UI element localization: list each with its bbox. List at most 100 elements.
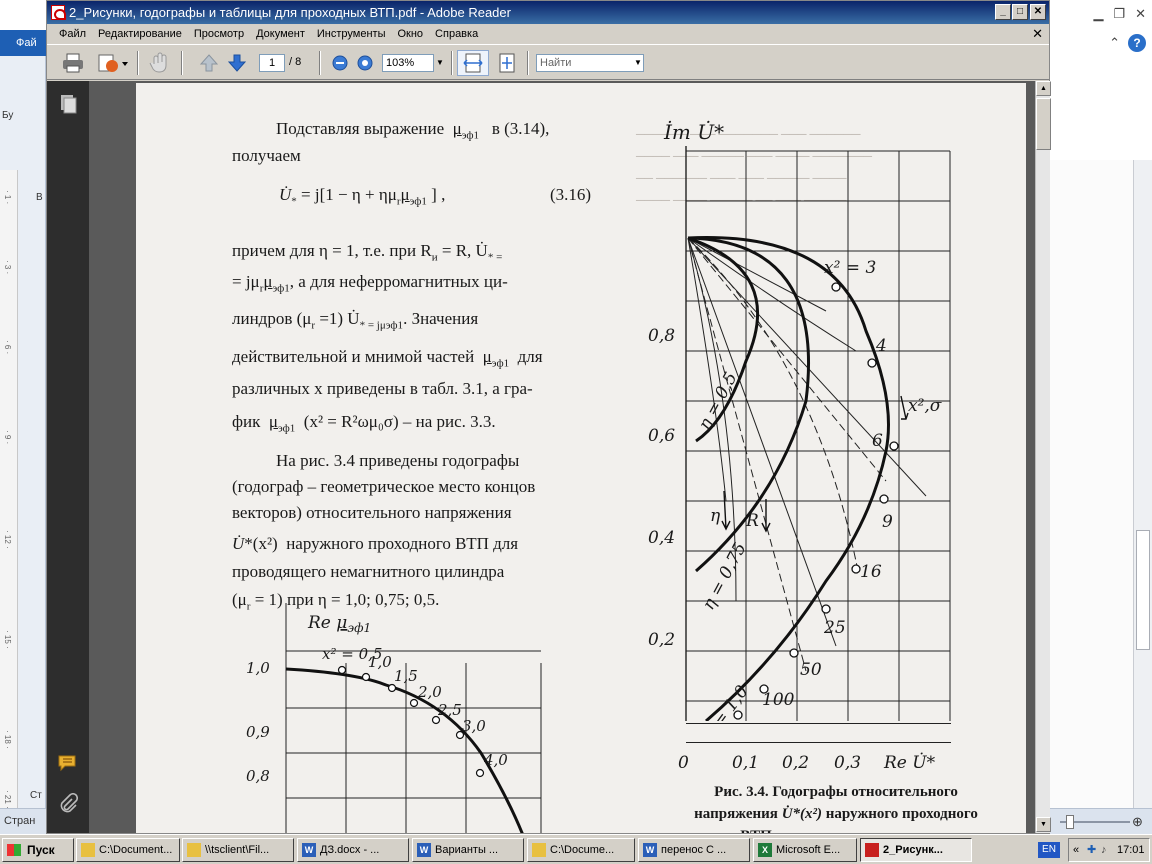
zoom-in-button[interactable] — [354, 50, 376, 76]
point-label: 50 — [800, 660, 822, 680]
close-button[interactable]: ✕ — [1030, 4, 1046, 20]
word-scroll-thumb[interactable] — [1136, 530, 1150, 650]
printer-icon — [63, 53, 83, 73]
close-icon[interactable]: ✕ — [1135, 6, 1146, 22]
zoom-out-button[interactable] — [329, 50, 351, 76]
restore-icon[interactable]: ❐ — [1113, 6, 1125, 22]
hodograph-chart: İm U̇* 0,8 0,6 0,4 0,2 x² = 3 4 6 9 16 2… — [648, 120, 951, 721]
fit-width-button[interactable] — [457, 50, 489, 76]
word-window-controls: ▁ ❐ ✕ — [1093, 6, 1146, 22]
text-line: = jμrμэф1, а для неферромагнитных ци- — [232, 272, 508, 295]
word-right-margin — [1050, 160, 1133, 810]
reader-toolbar: 1 / 8 103% ▼ Найти ▼ — [47, 44, 1049, 80]
document-scroll-thumb[interactable] — [1036, 98, 1051, 150]
comments-panel-icon[interactable] — [57, 753, 79, 775]
arrow-down-icon — [227, 54, 247, 72]
fit-page-button[interactable] — [493, 50, 521, 76]
ytick: 0,2 — [648, 630, 675, 650]
taskbar-item[interactable]: W Варианты ... — [412, 838, 524, 862]
menu-window[interactable]: Окно — [391, 28, 429, 40]
menu-tools[interactable]: Инструменты — [311, 28, 392, 40]
point-label: 100 — [762, 690, 795, 710]
taskbar-item[interactable]: C:\Docume... — [527, 838, 635, 862]
navigation-panel — [47, 81, 89, 833]
volume-icon[interactable]: ♪ — [1101, 839, 1107, 861]
share-button[interactable] — [95, 50, 131, 76]
text-line: получаем — [232, 146, 301, 165]
curve-eta-1 — [687, 236, 890, 721]
taskbar-item[interactable]: X Microsoft E... — [753, 838, 857, 862]
menu-view[interactable]: Просмотр — [188, 28, 250, 40]
ribbon-collapse-icon[interactable]: ⌃ — [1109, 35, 1120, 51]
scroll-down-icon[interactable]: ▼ — [1036, 817, 1051, 832]
text-line: На рис. 3.4 приведены годографы — [276, 451, 520, 470]
point-label: 4,0 — [483, 751, 508, 769]
word-side-label: Ст — [30, 790, 42, 801]
menu-document[interactable]: Документ — [250, 28, 311, 40]
ylabel: Re μэф1 — [307, 613, 371, 635]
xtick: 0,1 — [732, 753, 760, 773]
system-tray: « ✚ ♪ 17:01 — [1068, 838, 1150, 862]
text-line: различных x приведены в табл. 3.1, а гра… — [232, 379, 533, 398]
r-arrow — [761, 499, 771, 533]
menu-edit[interactable]: Редактирование — [92, 28, 188, 40]
pages-panel-icon[interactable] — [57, 93, 79, 115]
xtick: 0,3 — [834, 753, 862, 773]
next-page-button[interactable] — [225, 50, 249, 76]
tray-expand-icon[interactable]: « — [1073, 839, 1079, 861]
zoom-level-field[interactable]: 103% — [382, 54, 434, 72]
hodograph-rays — [687, 237, 927, 672]
ytick: 0,8 — [648, 326, 675, 346]
network-icon[interactable]: ✚ — [1087, 839, 1096, 861]
text-line: Подставляя выражение μэф1 в (3.14), — [276, 119, 550, 142]
hand-tool-button[interactable] — [145, 50, 173, 76]
previous-page-button[interactable] — [197, 50, 221, 76]
ytick: 0,9 — [246, 723, 270, 741]
toolbar-separator — [181, 51, 183, 75]
document-view[interactable]: ────── ─── ─────── ─── ────── ──── ─── ──… — [89, 81, 1035, 833]
word-help-area: ⌃ ? — [1109, 34, 1146, 52]
help-icon[interactable]: ? — [1128, 34, 1146, 52]
point-label: 1,0 — [368, 653, 392, 671]
x-axis-label: Re U̇* — [884, 753, 936, 773]
taskbar-item[interactable]: C:\Document... — [76, 838, 180, 862]
word-file-tab[interactable]: Фай — [0, 30, 46, 56]
figure-caption: Рис. 3.4. Годографы относительного напря… — [666, 781, 1006, 833]
xtick: 0 — [678, 753, 689, 773]
language-indicator[interactable]: EN — [1038, 842, 1060, 858]
minimize-button[interactable]: _ — [995, 4, 1011, 20]
attachments-panel-icon[interactable] — [57, 792, 79, 815]
document-close-icon[interactable]: ✕ — [1032, 26, 1043, 42]
equation-3-16: U̇* = j[1 − η + ημrμэф1 ] , — [279, 185, 446, 208]
text-line: проводящего немагнитного цилиндра — [232, 562, 505, 581]
find-input[interactable]: Найти — [536, 54, 644, 72]
text-line: векторов) относительного напряжения — [232, 503, 512, 522]
page-number-input[interactable]: 1 — [259, 54, 285, 72]
x-axis-ticks: 0 0,1 0,2 0,3 Re U̇* — [676, 753, 976, 779]
zoom-in-icon[interactable]: ⊕ — [1132, 814, 1143, 830]
zoom-out-icon — [332, 55, 348, 71]
start-button[interactable]: Пуск — [2, 838, 74, 862]
maximize-button[interactable]: □ — [1012, 4, 1028, 20]
excel-icon: X — [758, 843, 772, 857]
find-dropdown-icon[interactable]: ▼ — [633, 54, 643, 72]
menu-file[interactable]: Файл — [53, 28, 92, 40]
word-zoom-thumb[interactable] — [1066, 815, 1074, 829]
menu-help[interactable]: Справка — [429, 28, 484, 40]
word-vertical-scrollbar[interactable] — [1133, 160, 1152, 810]
taskbar-item-active[interactable]: 2_Рисунк... — [860, 838, 972, 862]
taskbar-item[interactable]: \\tsclient\Fil... — [182, 838, 294, 862]
taskbar-item[interactable]: W ДЗ.docx - ... — [297, 838, 409, 862]
minimize-icon[interactable]: ▁ — [1093, 6, 1103, 22]
word-icon: W — [302, 843, 316, 857]
zoom-dropdown-icon[interactable]: ▼ — [435, 54, 445, 72]
scroll-up-icon[interactable]: ▲ — [1036, 81, 1051, 96]
eta-label: η — [710, 506, 721, 526]
arrow-up-icon — [199, 54, 219, 72]
document-vertical-scrollbar[interactable]: ▲ ▼ — [1035, 81, 1051, 833]
word-side-label: В — [36, 192, 43, 203]
taskbar-item[interactable]: Wперенос С ... — [638, 838, 750, 862]
x-axis-band — [686, 723, 951, 743]
clock: 17:01 — [1117, 844, 1145, 856]
print-button[interactable] — [59, 50, 87, 76]
